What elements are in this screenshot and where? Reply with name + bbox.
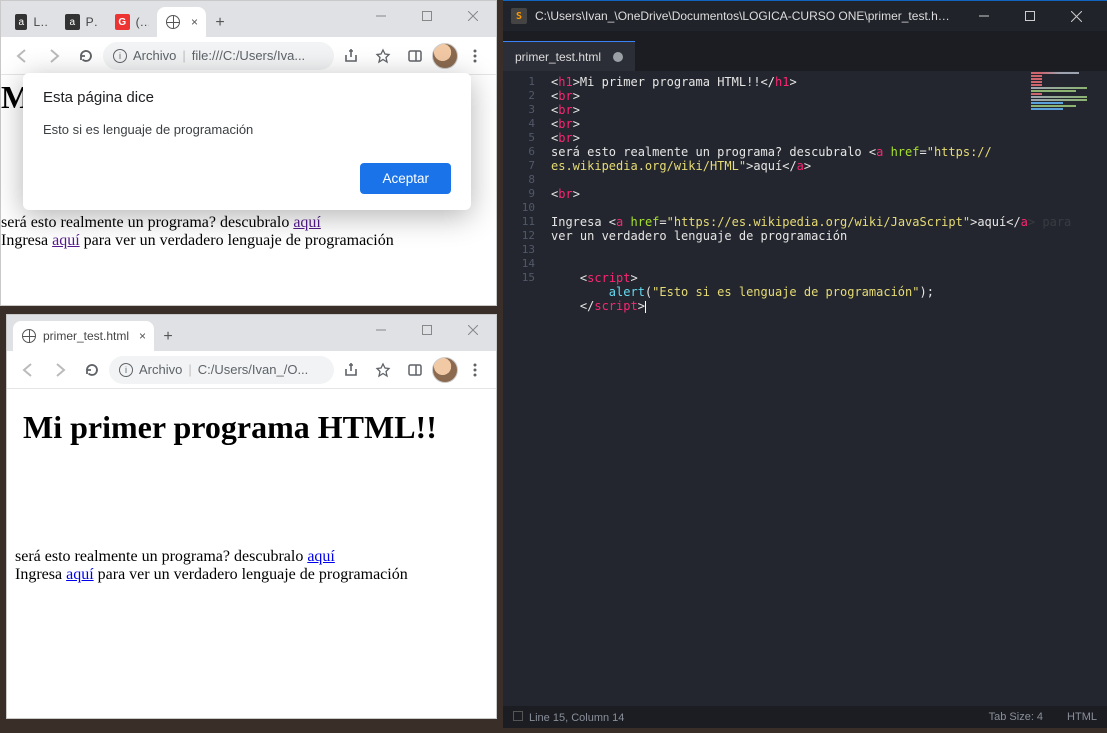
bookmark-button[interactable] [368,355,398,385]
status-language[interactable]: HTML [1067,711,1097,723]
back-button[interactable] [13,355,43,385]
link-aqui-1[interactable]: aquí [293,214,321,231]
title-bar[interactable]: S C:\Users\Ivan_\OneDrive\Documentos\LOG… [503,1,1107,31]
info-icon[interactable]: i [113,49,127,63]
file-tab-label: primer_test.html [515,50,601,64]
status-tabsize[interactable]: Tab Size: 4 [989,711,1043,723]
link-aqui-1[interactable]: aquí [307,548,335,565]
chrome-window-2: primer_test.html × + i Archivo | C:/User… [6,314,497,719]
window-close-button[interactable] [450,1,496,31]
js-alert-dialog: Esta página dice Esto si es lenguaje de … [23,73,471,210]
favicon-dark-icon: a [15,14,27,30]
status-position: Line 15, Column 14 [529,712,624,724]
window-close-button[interactable] [450,315,496,345]
separator: | [188,362,191,377]
tab-close-icon[interactable]: × [139,329,146,343]
window-close-button[interactable] [1053,1,1099,31]
tab-close-icon[interactable]: × [191,15,198,29]
tab-strip: a Lóg a Pri G (1) × + [1,1,496,37]
code-pane[interactable]: <h1>Mi primer programa HTML!!</h1> <br> … [543,71,1107,706]
window-maximize-button[interactable] [1007,1,1053,31]
text: Ingresa [1,232,52,249]
reload-button[interactable] [71,41,101,71]
tab-strip: primer_test.html × + [7,315,496,351]
reload-button[interactable] [77,355,107,385]
sublime-icon: S [511,8,527,24]
text: será esto realmente un programa? descubr… [1,214,293,231]
address-scheme: Archivo [139,362,182,377]
unsaved-indicator-icon [613,52,623,62]
page-heading: Mi primer programa HTML!! [23,409,480,446]
tab-0-active[interactable]: primer_test.html × [13,321,154,351]
profile-avatar[interactable] [432,43,458,69]
address-scheme: Archivo [133,48,176,63]
status-box-icon [513,711,523,721]
tab-label: primer_test.html [43,329,129,343]
sublime-window: S C:\Users\Ivan_\OneDrive\Documentos\LOG… [503,0,1107,728]
file-tab-bar: primer_test.html [503,41,1107,71]
page-viewport: Mi primer programa HTML!! será esto real… [7,389,496,718]
text: será esto realmente un programa? descubr… [15,548,307,565]
window-maximize-button[interactable] [404,1,450,31]
minimap[interactable] [1027,71,1107,706]
forward-button[interactable] [45,355,75,385]
tab-2[interactable]: G (1) [107,7,157,37]
side-panel-button[interactable] [400,41,430,71]
new-tab-button[interactable]: + [206,9,234,37]
tab-0[interactable]: a Lóg [7,7,57,37]
chrome-window-1: a Lóg a Pri G (1) × + i Archivo | fi [0,0,497,306]
window-minimize-button[interactable] [358,1,404,31]
title-text: C:\Users\Ivan_\OneDrive\Documentos\LOGIC… [535,9,953,23]
new-tab-button[interactable]: + [154,323,182,351]
link-aqui-2[interactable]: aquí [52,232,80,249]
info-icon[interactable]: i [119,363,133,377]
line-gutter: 123456789101112131415 [503,71,543,706]
toolbar: i Archivo | C:/Users/Ivan_/O... [7,351,496,389]
dialog-accept-button[interactable]: Aceptar [360,163,451,194]
paragraph-2: Ingresa aquí para ver un verdadero lengu… [1,232,496,250]
favicon-red-icon: G [115,14,130,30]
paragraph-1: será esto realmente un programa? descubr… [15,548,488,566]
text-cursor [645,301,646,313]
share-button[interactable] [336,355,366,385]
editor-area[interactable]: 123456789101112131415 <h1>Mi primer prog… [503,71,1107,706]
text: para ver un verdadero lenguaje de progra… [80,232,394,249]
dialog-message: Esto si es lenguaje de programación [43,122,451,137]
share-button[interactable] [336,41,366,71]
tab-label: Pri [86,15,99,29]
window-minimize-button[interactable] [358,315,404,345]
tab-1[interactable]: a Pri [57,7,107,37]
window-maximize-button[interactable] [404,315,450,345]
address-bar[interactable]: i Archivo | C:/Users/Ivan_/O... [109,356,334,384]
menu-button[interactable] [460,41,490,71]
status-bar: Line 15, Column 14 Tab Size: 4 HTML [503,706,1107,728]
text: para ver un verdadero lenguaje de progra… [94,566,408,583]
link-aqui-2[interactable]: aquí [66,566,94,583]
address-url: file:///C:/Users/Iva... [192,48,324,63]
back-button[interactable] [7,41,37,71]
favicon-dark-icon: a [65,14,80,30]
tab-label: Lóg [33,15,49,29]
favicon-globe-icon [21,328,37,344]
dialog-title: Esta página dice [43,89,451,106]
separator: | [182,48,185,63]
address-url: C:/Users/Ivan_/O... [198,362,324,377]
tab-label: (1) [136,15,149,29]
side-panel-button[interactable] [400,355,430,385]
page-content: Mi primer programa HTML!! será esto real… [7,409,496,584]
tab-3-active[interactable]: × [157,7,206,37]
address-bar[interactable]: i Archivo | file:///C:/Users/Iva... [103,42,334,70]
toolbar: i Archivo | file:///C:/Users/Iva... [1,37,496,75]
profile-avatar[interactable] [432,357,458,383]
text: Ingresa [15,566,66,583]
window-minimize-button[interactable] [961,1,1007,31]
paragraph-1: será esto realmente un programa? descubr… [1,214,496,232]
bookmark-button[interactable] [368,41,398,71]
paragraph-2: Ingresa aquí para ver un verdadero lengu… [15,566,488,584]
favicon-globe-icon [165,14,181,30]
forward-button[interactable] [39,41,69,71]
menu-button[interactable] [460,355,490,385]
file-tab[interactable]: primer_test.html [503,41,635,71]
